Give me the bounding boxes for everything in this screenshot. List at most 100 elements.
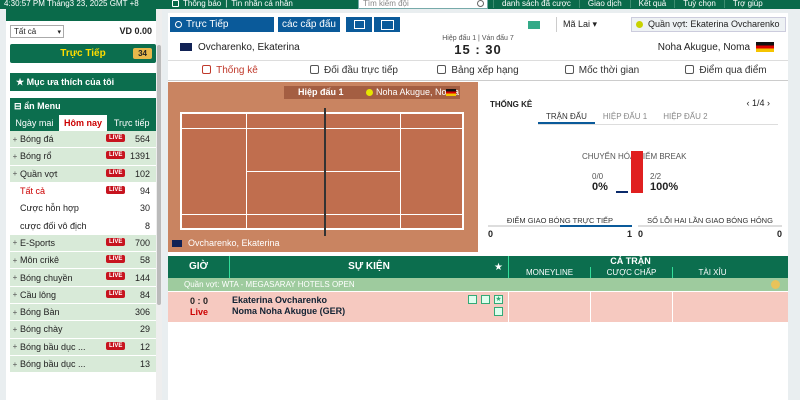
clock-text: 4:30:57 PM Tháng3 23, 2025 GMT +8 xyxy=(4,0,139,8)
tv-icon[interactable] xyxy=(346,17,372,32)
chevron-left-icon[interactable]: ‹ xyxy=(746,98,749,108)
tab-tomorrow[interactable]: Ngày mai xyxy=(10,115,59,131)
col-moneyline: MONEYLINE xyxy=(508,267,590,278)
results-link[interactable]: Kết quả xyxy=(629,0,675,8)
filter-select[interactable]: Tất cả ▾ xyxy=(10,25,64,38)
tab-timeline[interactable]: Mốc thời gian xyxy=(540,61,664,80)
live-count-badge: 34 xyxy=(133,48,152,59)
sidebar-item[interactable]: + Cầu lông LIVE 84 xyxy=(10,286,156,304)
sidebar-item[interactable]: + Môn crikê LIVE 58 xyxy=(10,252,156,270)
day-tabs: Ngày mai Hôm nay Trực tiếp xyxy=(10,115,156,131)
sidebar-item[interactable]: + Bóng chày 29 xyxy=(10,321,156,339)
live-badge: LIVE xyxy=(106,237,126,246)
col-event: SỰ KIỆN xyxy=(348,261,390,272)
notice-icon xyxy=(172,0,179,7)
sidebar-item-count: 102 xyxy=(134,168,150,179)
live-badge: LIVE xyxy=(106,272,126,281)
col-over-under: TÀI XỈU xyxy=(672,267,752,278)
tab-live[interactable]: Trực tiếp xyxy=(107,115,156,131)
odds-format-select[interactable]: Mã Lai ▾ xyxy=(556,17,622,32)
event-team2: Noma Noha Akugue (GER) xyxy=(232,306,346,316)
league-row[interactable]: Quần vợt: WTA - MEGASARAY HOTELS OPEN xyxy=(168,278,788,291)
sidebar-item[interactable]: + Bóng bầu dục ... 13 xyxy=(10,355,156,374)
plus-icon: + xyxy=(12,342,18,352)
live-badge: LIVE xyxy=(106,289,126,298)
sidebar-item[interactable]: + E-Sports LIVE 700 xyxy=(10,234,156,253)
live-button[interactable]: Trực Tiếp 34 xyxy=(10,44,156,63)
tab-today[interactable]: Hôm nay xyxy=(58,115,108,131)
personal-message-link[interactable]: Tin nhắn cá nhân xyxy=(231,0,293,8)
team-search-input[interactable]: Tìm kiếm đội xyxy=(358,0,488,9)
sidebar-item[interactable]: + Bóng rổ LIVE 1391 xyxy=(10,148,156,166)
stats-icon[interactable] xyxy=(468,295,477,304)
match-select[interactable]: Quần vợt: Ekaterina Ovcharenko xyxy=(631,17,786,32)
sidebar-subitem[interactable]: cược đối vô địch 8 xyxy=(10,217,156,235)
aces-fill xyxy=(560,225,632,227)
star-icon[interactable]: ★ xyxy=(494,262,503,273)
chevron-down-icon: ▾ xyxy=(57,29,61,36)
sidebar-item[interactable]: + Bóng bầu dục ... LIVE 12 xyxy=(10,338,156,356)
tab-live-stream[interactable]: Trực Tiếp xyxy=(170,17,274,32)
search-icon[interactable] xyxy=(477,0,484,7)
live-icon xyxy=(175,21,182,28)
plus-icon: + xyxy=(12,290,18,300)
sidebar-item-count: 144 xyxy=(134,272,150,283)
sidebar-item-count: 30 xyxy=(139,203,150,214)
notice-link[interactable]: Thông báo xyxy=(183,0,221,8)
field-icon[interactable] xyxy=(494,307,503,316)
sidebar-item[interactable]: + Bóng đá LIVE 564 xyxy=(10,131,156,149)
sidebar-item[interactable]: + Bóng chuyền LIVE 144 xyxy=(10,269,156,287)
star-icon[interactable]: ★ xyxy=(494,295,503,304)
tab-match[interactable]: TRẬN ĐẤU xyxy=(538,111,595,124)
stats-subtabs: TRẬN ĐẤU HIỆP ĐẤU 1 HIỆP ĐẤU 2 xyxy=(538,111,778,125)
help-link[interactable]: Trợ giúp xyxy=(723,0,771,8)
sidebar-item[interactable]: + Bóng Bàn 306 xyxy=(10,303,156,322)
sidebar-item-label: Môn crikê xyxy=(20,255,60,266)
language-flag-icon[interactable] xyxy=(528,21,540,29)
sidebar-subitem[interactable]: Tất cả LIVE 94 xyxy=(10,182,156,201)
stats-panel: THỐNG KÊ ‹ 1/4 › TRẬN ĐẤU HIỆP ĐẤU 1 HIỆ… xyxy=(488,82,784,252)
tennis-ball-icon xyxy=(685,65,695,74)
col-time: GIỜ xyxy=(168,256,230,278)
live-badge: LIVE xyxy=(106,255,126,264)
over-under-cell[interactable] xyxy=(672,292,673,322)
tab-point-by-point[interactable]: Điểm qua điểm xyxy=(664,61,788,80)
field-icon[interactable] xyxy=(374,17,400,32)
tab-statistics[interactable]: Thống kê xyxy=(168,61,292,80)
moneyline-cell[interactable] xyxy=(508,292,509,322)
sidebar-item-count: 700 xyxy=(134,237,150,248)
chevron-right-icon[interactable]: › xyxy=(767,98,770,108)
plus-icon: + xyxy=(12,273,18,283)
star-icon: ★ xyxy=(16,77,25,87)
sidebar-item-label: Tất cả xyxy=(20,186,46,197)
tab-levels[interactable]: các cấp đấu xyxy=(278,17,340,32)
sidebar-subitem[interactable]: Cược hỗn hợp 30 xyxy=(10,200,156,218)
users-icon xyxy=(310,65,320,74)
plus-icon: + xyxy=(12,169,18,179)
tv-icon[interactable] xyxy=(481,295,490,304)
tab-set-1[interactable]: HIỆP ĐẤU 1 xyxy=(595,111,655,124)
sidebar-item-count: 94 xyxy=(139,186,150,197)
sidebar-item-count: 84 xyxy=(139,289,150,300)
court-center-line xyxy=(246,171,400,172)
event-row[interactable]: 0 : 0 Live Ekaterina Ovcharenko Noma Noh… xyxy=(168,292,788,322)
handicap-cell[interactable] xyxy=(590,292,591,322)
court-banner: Hiệp đấu 1 Noha Akugue, Noma xyxy=(284,86,460,99)
scrollbar-thumb[interactable] xyxy=(157,45,161,305)
sidebar-item-count: 12 xyxy=(139,341,150,352)
transactions-link[interactable]: Giao dịch xyxy=(578,0,630,8)
tab-set-2[interactable]: HIỆP ĐẤU 2 xyxy=(655,111,715,124)
tab-head-to-head[interactable]: Đối đầu trực tiếp xyxy=(292,61,416,80)
hide-menu-button[interactable]: ⊟ ẩn Menu xyxy=(10,98,156,115)
sidebar-item-label: Bóng chày xyxy=(20,324,63,335)
col-full-match: CẢ TRẬN xyxy=(508,256,752,267)
sidebar-item-count: 13 xyxy=(139,359,150,369)
sidebar-scrollbar[interactable] xyxy=(156,9,162,400)
sidebar-item[interactable]: + Quần vợt LIVE 102 xyxy=(10,165,156,183)
bet-list-link[interactable]: danh sách đã cược xyxy=(493,0,579,8)
options-link[interactable]: Tuỳ chọn xyxy=(674,0,724,8)
top-bar: 4:30:57 PM Tháng3 23, 2025 GMT +8 Thông … xyxy=(0,0,800,9)
favorites-button[interactable]: ★ Mục ưa thích của tôi xyxy=(10,73,156,91)
germany-flag-icon xyxy=(756,42,774,52)
tab-standings[interactable]: Bảng xếp hạng xyxy=(416,61,540,80)
